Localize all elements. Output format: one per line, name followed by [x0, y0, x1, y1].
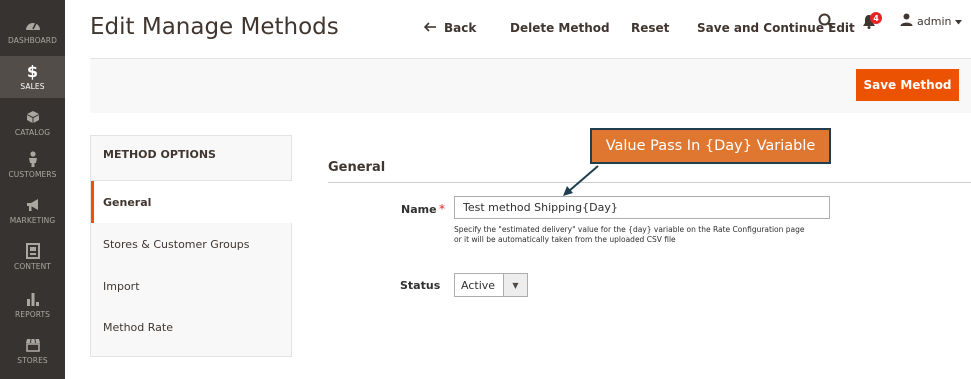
- sidebar-label: CONTENT: [14, 262, 51, 271]
- sidebar-label: CATALOG: [14, 128, 51, 137]
- sidebar-label: MARKETING: [9, 216, 56, 225]
- chevron-down-icon: [955, 15, 963, 28]
- save-and-continue-button[interactable]: Save and Continue Edit: [697, 0, 855, 55]
- name-field-note: Specify the "estimated delivery" value f…: [454, 225, 834, 245]
- status-label: Status: [400, 279, 441, 292]
- sidebar-item-customers[interactable]: CUSTOMERS: [0, 150, 65, 182]
- reset-button[interactable]: Reset: [631, 0, 669, 55]
- name-note-line1: Specify the "estimated delivery" value f…: [454, 225, 805, 234]
- sidebar-item-catalog[interactable]: CATALOG: [0, 108, 65, 140]
- name-note-line2: or it will be automatically taken from t…: [454, 235, 676, 244]
- name-input[interactable]: [454, 196, 830, 219]
- sidebar-item-marketing[interactable]: MARKETING: [0, 196, 65, 228]
- dashboard-icon: [25, 16, 41, 34]
- notification-badge[interactable]: 4: [870, 12, 882, 24]
- section-divider: [328, 182, 971, 183]
- back-label: Back: [444, 20, 477, 35]
- store-icon: [25, 336, 41, 354]
- admin-sidebar: DASHBOARD $ SALES CATALOG CUSTOMERS MARK…: [0, 0, 65, 379]
- sidebar-label: SALES: [20, 82, 45, 91]
- delete-method-button[interactable]: Delete Method: [510, 0, 610, 55]
- sidebar-item-content[interactable]: CONTENT: [0, 242, 65, 276]
- sidebar-label: STORES: [17, 356, 48, 365]
- section-title: General: [328, 160, 386, 175]
- chevron-down-icon[interactable]: ▼: [503, 274, 527, 296]
- arrow-left-icon: [423, 21, 436, 35]
- sidebar-item-stores[interactable]: STORES: [0, 336, 65, 370]
- dollar-icon: $: [26, 61, 39, 81]
- tab-method-rate[interactable]: Method Rate: [103, 321, 173, 334]
- status-select[interactable]: Active ▼: [454, 273, 528, 297]
- content-icon: [25, 242, 40, 260]
- required-asterisk: *: [439, 202, 445, 216]
- sidebar-label: CUSTOMERS: [8, 170, 57, 179]
- sidebar-item-sales[interactable]: $ SALES: [0, 56, 65, 98]
- tab-import[interactable]: Import: [103, 280, 140, 293]
- megaphone-icon: [25, 196, 41, 214]
- bar-chart-icon: [26, 290, 40, 308]
- person-icon: [27, 150, 39, 168]
- sidebar-item-dashboard[interactable]: DASHBOARD: [0, 16, 65, 48]
- sidebar-label: DASHBOARD: [8, 36, 57, 45]
- cube-icon: [26, 108, 40, 126]
- user-icon: [900, 13, 913, 29]
- sidebar-label: REPORTS: [14, 310, 51, 319]
- back-button[interactable]: Back: [423, 0, 477, 55]
- admin-page: DASHBOARD $ SALES CATALOG CUSTOMERS MARK…: [0, 0, 971, 379]
- user-name: admin: [917, 14, 952, 28]
- user-menu[interactable]: admin: [900, 13, 963, 29]
- tab-stores-customer-groups[interactable]: Stores & Customer Groups: [103, 238, 250, 251]
- tabs-title: METHOD OPTIONS: [103, 148, 216, 161]
- name-label: Name: [401, 203, 437, 216]
- sidebar-item-reports[interactable]: REPORTS: [0, 290, 65, 324]
- page-actions-bar: [90, 58, 971, 113]
- annotation-callout: Value Pass In {Day} Variable: [590, 128, 831, 164]
- tab-general[interactable]: General: [103, 196, 151, 209]
- page-title: Edit Manage Methods: [90, 14, 339, 40]
- save-method-button[interactable]: Save Method: [856, 69, 959, 101]
- status-value: Active: [461, 279, 496, 292]
